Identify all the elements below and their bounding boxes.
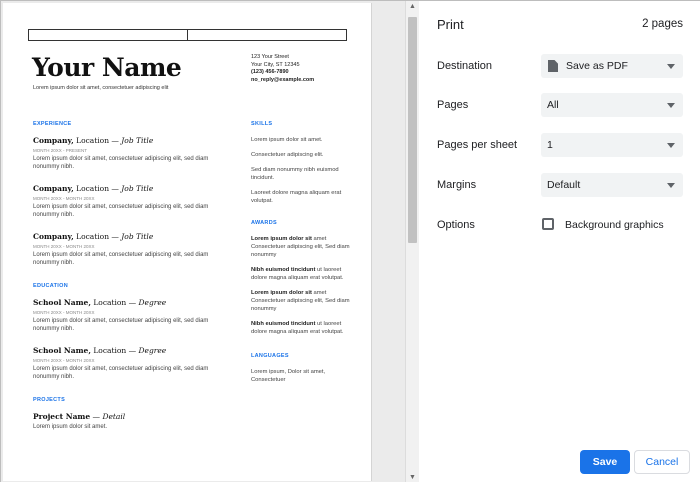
resume-left-column: EXPERIENCE Company, Location — Job Title…	[33, 121, 223, 444]
education-heading: School Name, Location — Degree	[33, 298, 167, 307]
margins-label: Margins	[437, 179, 477, 191]
sheet-count: 2 pages	[642, 18, 683, 30]
award-item: Lorem ipsum dolor sit amet Consectetuer …	[251, 290, 350, 312]
cancel-button[interactable]: Cancel	[634, 450, 690, 474]
address-phone: (123) 456-7890	[251, 69, 289, 75]
destination-value: Save as PDF	[566, 60, 628, 72]
address-email: no_reply@example.com	[251, 76, 315, 83]
languages-text: Lorem ipsum, Dolor sit amet, Consectetue…	[251, 369, 326, 383]
award-item: Lorem ipsum dolor sit amet Consectetuer …	[251, 236, 350, 258]
header-cell	[29, 30, 188, 40]
award-item: Nibh euismod tincidunt ut laoreet dolore…	[251, 321, 344, 335]
header-table	[28, 29, 347, 41]
project-entry: Project Name — Detail Lorem ipsum dolor …	[33, 412, 223, 431]
resume-right-column: SKILLS Lorem ipsum dolor sit amet. Conse…	[251, 121, 351, 391]
education-description: Lorem ipsum dolor sit amet, consectetuer…	[33, 366, 209, 380]
section-heading-skills: SKILLS	[251, 121, 273, 127]
section-heading-education: EDUCATION	[33, 283, 68, 289]
skill-item: Laoreet dolore magna aliquam erat volutp…	[251, 190, 342, 204]
education-date: MONTH 20XX - MONTH 20XX	[33, 310, 95, 315]
job-date: MONTH 20XX - PRESENT	[33, 148, 88, 153]
options-label: Options	[437, 219, 475, 231]
job-heading: Company, Location — Job Title	[33, 232, 154, 241]
award-item: Nibh euismod tincidunt ut laoreet dolore…	[251, 267, 344, 281]
scroll-up-icon[interactable]: ▲	[409, 3, 416, 10]
section-heading-languages: LANGUAGES	[251, 353, 289, 359]
print-settings-panel: Print 2 pages Destination Save as PDF Pa…	[419, 1, 700, 482]
job-description: Lorem ipsum dolor sit amet, consectetuer…	[33, 156, 209, 170]
education-entry: School Name, Location — Degree MONTH 20X…	[33, 298, 223, 333]
section-heading-projects: PROJECTS	[33, 397, 66, 403]
job-entry: Company, Location — Job Title MONTH 20XX…	[33, 136, 223, 171]
pages-per-sheet-label: Pages per sheet	[437, 139, 518, 151]
job-date: MONTH 20XX - MONTH 20XX	[33, 196, 95, 201]
chevron-down-icon	[667, 63, 675, 69]
destination-label: Destination	[437, 60, 493, 72]
job-date: MONTH 20XX - MONTH 20XX	[33, 244, 95, 249]
destination-select[interactable]: Save as PDF	[541, 54, 683, 78]
pages-label: Pages	[437, 99, 469, 111]
chevron-down-icon	[667, 142, 675, 148]
print-preview: Your Name Lorem ipsum dolor sit amet, co…	[1, 1, 405, 482]
project-description: Lorem ipsum dolor sit amet.	[33, 424, 108, 430]
address-street: 123 Your Street	[251, 54, 289, 60]
address-city: Your City, ST 12345	[251, 61, 300, 68]
chevron-down-icon	[667, 102, 675, 108]
pages-value: All	[547, 99, 559, 111]
education-heading: School Name, Location — Degree	[33, 346, 167, 355]
resume-name: Your Name	[32, 53, 182, 82]
resume-address: 123 Your Street Your City, ST 12345 (123…	[251, 54, 314, 84]
panel-title: Print	[437, 17, 464, 32]
scroll-down-icon[interactable]: ▼	[409, 474, 416, 481]
skill-item: Sed diam nonummy nibh euismod tincidunt.	[251, 167, 339, 181]
education-description: Lorem ipsum dolor sit amet, consectetuer…	[33, 318, 209, 332]
pages-per-sheet-value: 1	[547, 139, 553, 151]
pages-select[interactable]: All	[541, 93, 683, 117]
preview-scrollbar[interactable]: ▲ ▼	[405, 1, 419, 482]
skill-item: Consectetuer adipiscing elit.	[251, 152, 324, 158]
scrollbar-thumb[interactable]	[408, 17, 417, 243]
job-entry: Company, Location — Job Title MONTH 20XX…	[33, 184, 223, 219]
background-graphics-checkbox[interactable]	[542, 218, 554, 230]
job-heading: Company, Location — Job Title	[33, 184, 154, 193]
preview-page: Your Name Lorem ipsum dolor sit amet, co…	[3, 3, 372, 481]
resume-tagline: Lorem ipsum dolor sit amet, consectetuer…	[33, 85, 169, 91]
section-heading-awards: AWARDS	[251, 220, 277, 226]
chevron-down-icon	[667, 182, 675, 188]
project-heading: Project Name — Detail	[33, 412, 126, 421]
pages-per-sheet-select[interactable]: 1	[541, 133, 683, 157]
education-entry: School Name, Location — Degree MONTH 20X…	[33, 346, 223, 381]
background-graphics-label[interactable]: Background graphics	[565, 219, 664, 231]
job-entry: Company, Location — Job Title MONTH 20XX…	[33, 232, 223, 267]
education-date: MONTH 20XX - MONTH 20XX	[33, 358, 95, 363]
job-heading: Company, Location — Job Title	[33, 136, 154, 145]
save-button[interactable]: Save	[580, 450, 630, 474]
job-description: Lorem ipsum dolor sit amet, consectetuer…	[33, 252, 209, 266]
job-description: Lorem ipsum dolor sit amet, consectetuer…	[33, 204, 209, 218]
margins-value: Default	[547, 179, 581, 191]
margins-select[interactable]: Default	[541, 173, 683, 197]
header-cell	[188, 30, 346, 40]
skill-item: Lorem ipsum dolor sit amet.	[251, 137, 323, 143]
section-heading-experience: EXPERIENCE	[33, 121, 72, 127]
document-icon	[548, 60, 558, 72]
